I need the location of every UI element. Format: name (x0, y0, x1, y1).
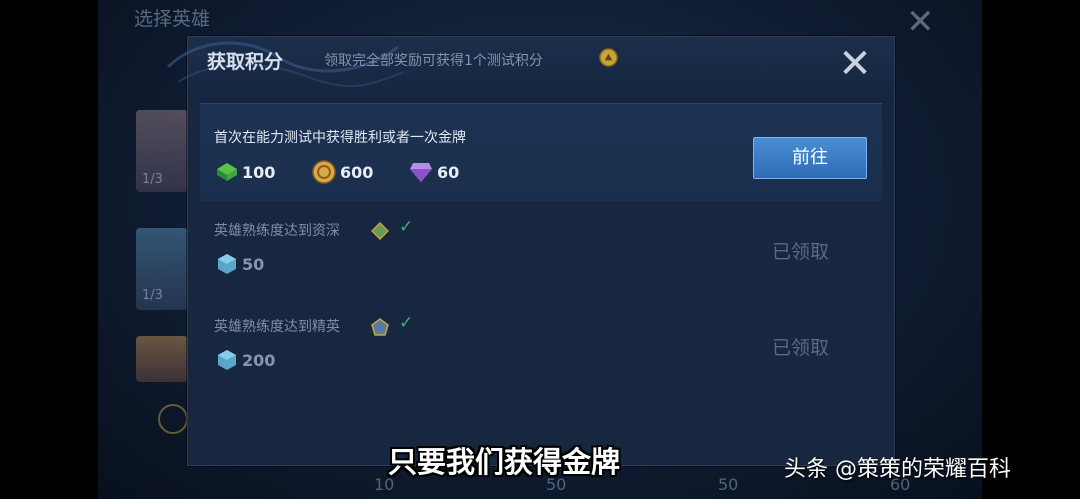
claimed-status: 已领取 (772, 241, 830, 263)
reward-value: 50 (242, 254, 265, 274)
blue-crystal-icon (218, 254, 236, 274)
check-icon: ✓ (399, 313, 414, 333)
dialog-subtitle: 领取完全部奖励可获得1个测试积分 (324, 53, 543, 69)
purple-diamond-icon (410, 163, 432, 182)
reward-value: 100 (242, 162, 276, 182)
reward-item: 200 (216, 349, 275, 371)
task-row: 英雄熟练度达到资深 ✓ 50 已领取 (200, 201, 882, 289)
proficiency-badge-icon (371, 222, 389, 240)
task-row: 首次在能力测试中获得胜利或者一次金牌 100 600 60 前往 (200, 103, 882, 204)
reward-item: 60 (409, 161, 459, 183)
task-title: 英雄熟练度达到资深 (214, 223, 340, 239)
watermark: 头条 @策策的荣耀百科 (784, 457, 1011, 482)
coin-icon (158, 404, 188, 434)
check-icon: ✓ (399, 217, 414, 237)
close-button[interactable]: ✕ (828, 39, 882, 89)
reward-value: 600 (340, 162, 374, 182)
dialog-header: 获取积分 领取完全部奖励可获得1个测试积分 ✕ (166, 37, 894, 103)
background-close-icon: ✕ (906, 2, 935, 42)
green-gem-icon (217, 163, 237, 181)
task-title: 首次在能力测试中获得胜利或者一次金牌 (214, 130, 466, 146)
blue-crystal-icon (218, 350, 236, 370)
hero-count: 1/3 (142, 172, 163, 187)
background-number: 50 (718, 475, 739, 494)
background-title: 选择英雄 (134, 8, 211, 30)
video-caption: 只要我们获得金牌 (388, 445, 621, 479)
go-button[interactable]: 前往 (753, 137, 867, 179)
task-row: 英雄熟练度达到精英 ✓ 200 已领取 (200, 297, 882, 385)
reward-item: 100 (216, 162, 275, 182)
earn-points-dialog: 获取积分 领取完全部奖励可获得1个测试积分 ✕ 首次在能力测试中获得胜利或者一次… (166, 36, 895, 466)
reward-item: 50 (216, 253, 264, 275)
hero-count: 1/3 (142, 288, 163, 303)
proficiency-badge-icon (371, 318, 389, 336)
test-point-coin-icon (599, 48, 618, 67)
task-title: 英雄熟练度达到精英 (214, 319, 340, 335)
dialog-title: 获取积分 (207, 51, 284, 73)
hero-thumbnail (136, 336, 188, 382)
reward-value: 60 (437, 162, 460, 182)
claimed-status: 已领取 (772, 337, 830, 359)
reward-item: 600 (312, 160, 373, 184)
gold-coin-icon (312, 160, 336, 184)
reward-value: 200 (242, 350, 276, 370)
